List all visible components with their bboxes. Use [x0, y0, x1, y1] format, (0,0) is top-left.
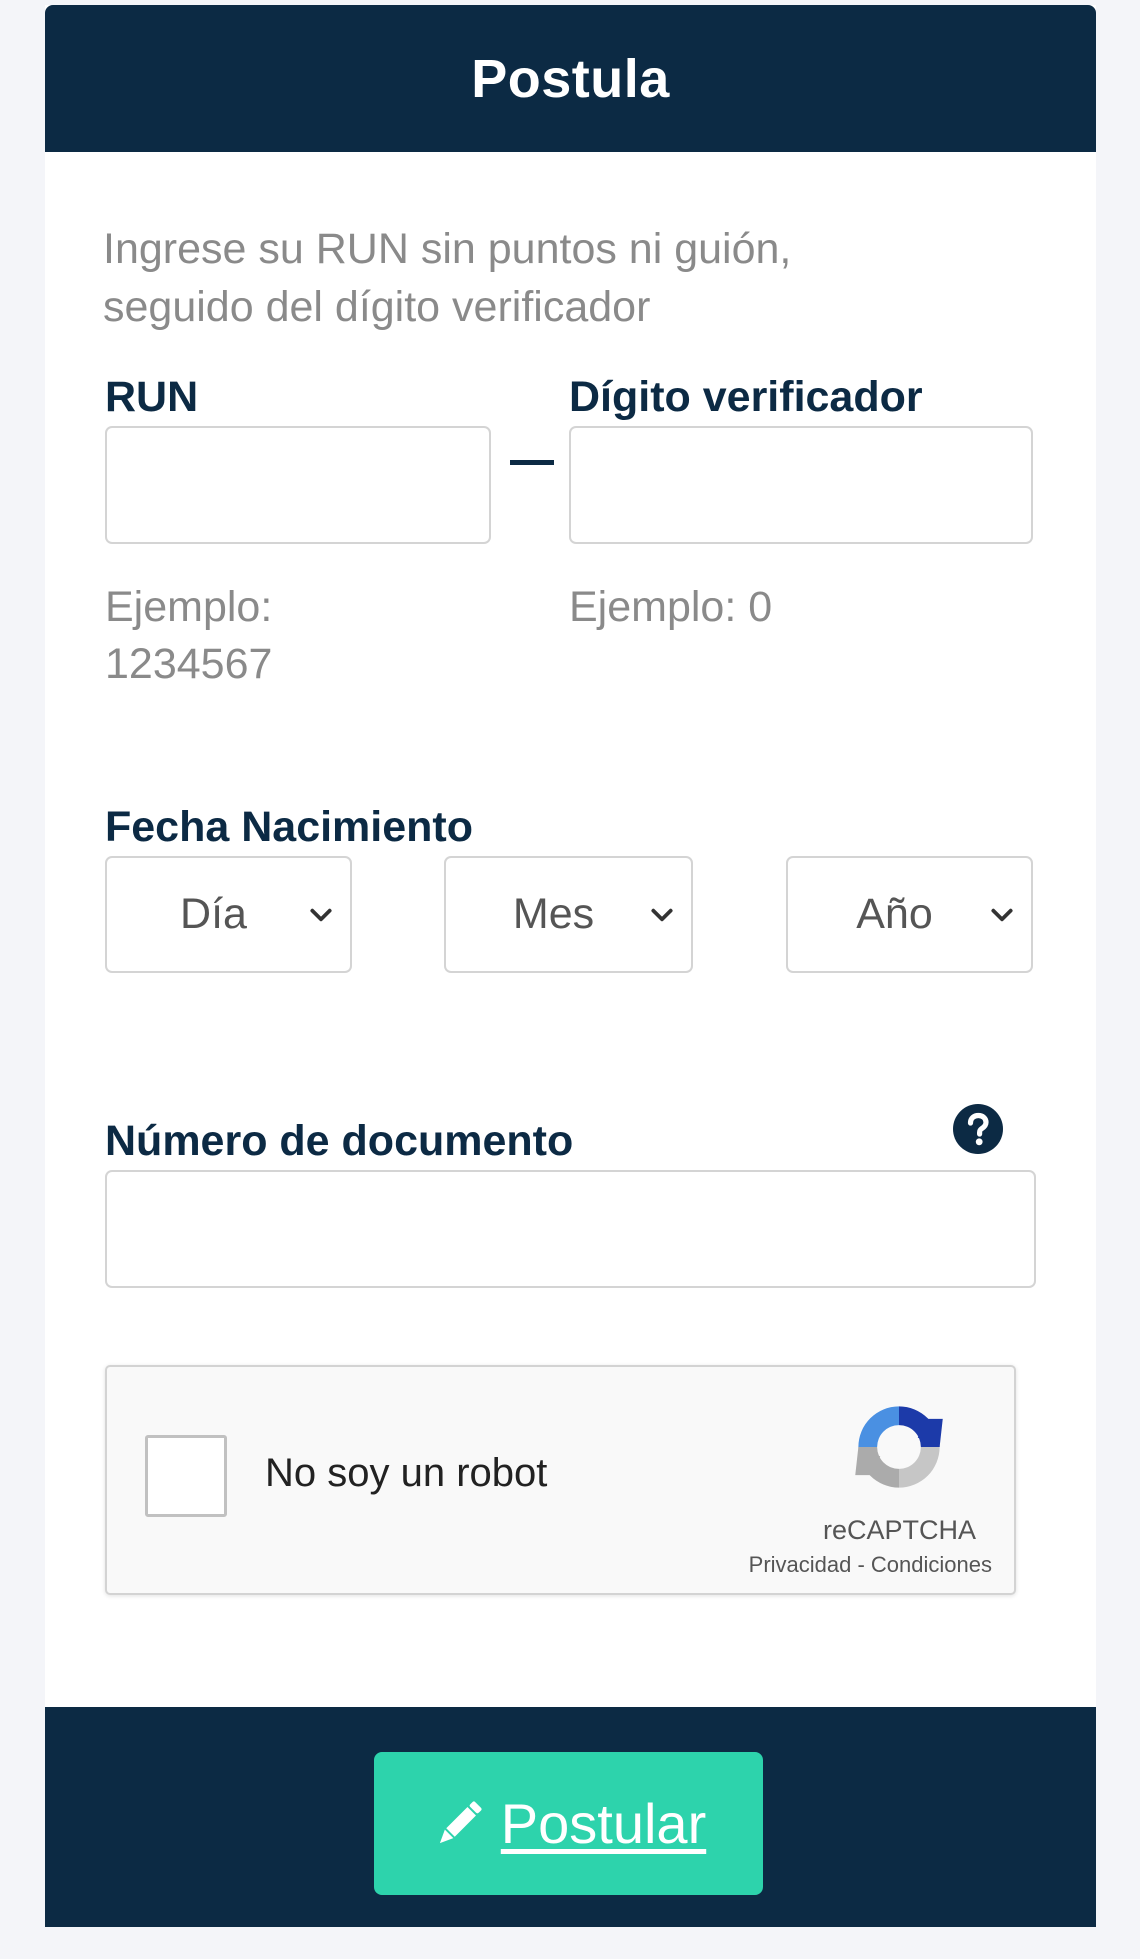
instructions-line-1: Ingrese su RUN sin puntos ni guión, [103, 225, 792, 273]
application-card: Postula Ingrese su RUN sin puntos ni gui… [45, 5, 1096, 1927]
question-circle-icon[interactable] [952, 1103, 1004, 1155]
document-number-label: Número de documento [105, 1117, 574, 1165]
chevron-down-icon [651, 908, 673, 921]
dv-hint: Ejemplo: 0 [569, 583, 773, 631]
card-title: Postula [471, 48, 670, 109]
run-separator-dash [510, 460, 554, 465]
instructions-line-2: seguido del dígito verificador [103, 283, 651, 331]
document-number-input[interactable] [105, 1170, 1036, 1288]
recaptcha-logo-icon [855, 1406, 943, 1488]
run-hint: Ejemplo: 1234567 [105, 579, 272, 693]
recaptcha-privacy-terms-links[interactable]: Privacidad - Condiciones [707, 1552, 992, 1578]
card-footer: Postular [45, 1707, 1096, 1927]
chevron-down-icon [991, 908, 1013, 921]
postular-button-label: Postular [500, 1792, 707, 1855]
recaptcha-brand: reCAPTCHA [822, 1515, 977, 1545]
run-hint-line-1: Ejemplo: [105, 583, 273, 631]
run-hint-line-2: 1234567 [105, 640, 273, 688]
day-select[interactable]: Día [105, 856, 352, 973]
birthdate-label: Fecha Nacimiento [105, 803, 473, 851]
year-select[interactable]: Año [786, 856, 1033, 973]
recaptcha-label: No soy un robot [265, 1451, 548, 1495]
dv-input[interactable] [569, 426, 1033, 544]
pencil-icon [439, 1800, 482, 1843]
postular-button[interactable]: Postular [374, 1752, 763, 1895]
recaptcha-widget: No soy un robot reCAPTCHA Privacidad - C… [105, 1365, 1016, 1595]
dv-label: Dígito verificador [569, 373, 923, 421]
run-label: RUN [105, 373, 199, 421]
chevron-down-icon [310, 908, 332, 921]
run-input[interactable] [105, 426, 491, 544]
card-header: Postula [45, 5, 1096, 152]
recaptcha-checkbox[interactable] [145, 1435, 227, 1517]
month-select[interactable]: Mes [444, 856, 693, 973]
run-instructions: Ingrese su RUN sin puntos ni guión, segu… [103, 220, 963, 336]
